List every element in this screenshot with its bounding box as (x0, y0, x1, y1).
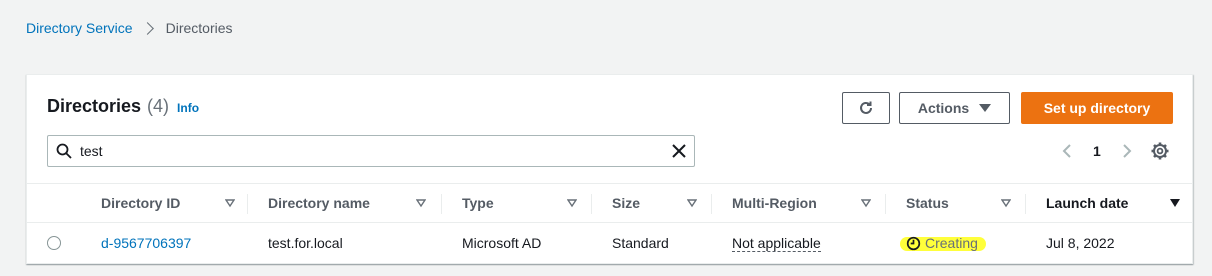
breadcrumb: Directory Service Directories (26, 18, 233, 38)
previous-page-button[interactable] (1057, 141, 1077, 161)
clock-icon (906, 236, 921, 250)
row-select-radio[interactable] (47, 236, 61, 250)
pagination: 1 (1057, 141, 1137, 161)
multi-region-value[interactable]: Not applicable (732, 235, 821, 252)
column-divider (247, 194, 248, 214)
sort-icon[interactable] (567, 198, 577, 208)
directory-id-link[interactable]: d-9567706397 (101, 235, 191, 251)
column-divider (711, 194, 712, 214)
size-cell: Standard (612, 235, 669, 251)
chevron-left-icon (1062, 144, 1071, 158)
set-up-directory-button[interactable]: Set up directory (1021, 92, 1173, 124)
gear-icon[interactable] (1150, 141, 1170, 161)
column-header-multi-region[interactable]: Multi-Region (732, 184, 871, 222)
breadcrumb-directories: Directories (165, 20, 233, 36)
chevron-right-icon (140, 21, 154, 35)
column-divider (885, 194, 886, 214)
refresh-icon (860, 101, 872, 114)
column-divider (441, 194, 442, 214)
sort-icon[interactable] (416, 198, 426, 208)
info-link[interactable]: Info (177, 101, 199, 115)
refresh-button[interactable] (842, 92, 890, 124)
sort-icon[interactable] (225, 198, 235, 208)
panel-title: Directories (47, 96, 142, 116)
sort-icon[interactable] (687, 198, 697, 208)
multi-region-cell: Not applicable (732, 223, 821, 263)
column-header-type[interactable]: Type (462, 184, 577, 222)
actions-dropdown[interactable]: Actions (899, 92, 1010, 124)
breadcrumb-directory-service[interactable]: Directory Service (26, 20, 133, 36)
column-divider (1025, 194, 1026, 214)
search-field (47, 135, 695, 167)
page-number[interactable]: 1 (1093, 143, 1101, 159)
table-row[interactable]: d-9567706397 test.for.local Microsoft AD… (27, 223, 1192, 263)
column-header-size[interactable]: Size (612, 184, 697, 222)
status-cell: Creating (900, 223, 986, 263)
sort-icon[interactable] (1001, 198, 1011, 208)
chevron-right-icon (1123, 144, 1132, 158)
actions-label: Actions (917, 100, 970, 116)
column-header-directory-id[interactable]: Directory ID (101, 184, 235, 222)
status-indicator: Creating (900, 235, 986, 251)
clear-icon[interactable] (670, 142, 688, 160)
column-header-directory-name[interactable]: Directory name (268, 184, 426, 222)
column-header-launch-date[interactable]: Launch date (1046, 184, 1180, 222)
column-divider (591, 194, 592, 214)
directory-id-cell: d-9567706397 (101, 223, 191, 263)
search-icon (56, 143, 72, 159)
directories-panel: Directories (4) Info Actions Set up dire… (26, 74, 1193, 264)
column-header-status[interactable]: Status (906, 184, 1011, 222)
table-header: Directory ID Directory name Type Size Mu… (27, 183, 1192, 223)
sort-descending-icon[interactable] (1170, 199, 1180, 207)
type-cell: Microsoft AD (462, 235, 542, 251)
status-label: Creating (925, 235, 978, 251)
caret-down-icon (979, 104, 992, 112)
panel-header: Directories (4) Info (47, 96, 199, 117)
launch-date-cell: Jul 8, 2022 (1046, 235, 1115, 251)
directory-count: (4) (147, 96, 170, 116)
set-up-directory-label: Set up directory (1043, 100, 1151, 116)
sort-icon[interactable] (861, 198, 871, 208)
directory-name-cell: test.for.local (268, 235, 343, 251)
search-input[interactable] (80, 140, 660, 162)
next-page-button[interactable] (1117, 141, 1137, 161)
